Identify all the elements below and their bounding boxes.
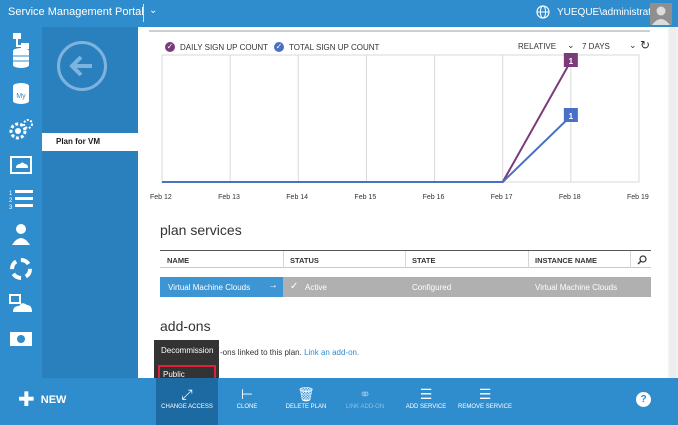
column-divider	[528, 251, 529, 268]
arrow-left-icon	[69, 55, 92, 77]
range-select[interactable]: 7 DAYS	[582, 42, 610, 51]
column-divider	[283, 251, 284, 268]
trash-icon: 🗑	[297, 385, 315, 402]
remove-service-button[interactable]: ☰ REMOVE SERVICE	[458, 384, 512, 411]
svg-text:2: 2	[9, 198, 13, 204]
x-tick-label: Feb 17	[490, 194, 513, 201]
x-tick-label: Feb 16	[422, 194, 445, 201]
remove-service-label: REMOVE SERVICE	[458, 404, 512, 410]
list-icon[interactable]: 123	[4, 184, 38, 214]
delete-plan-button[interactable]: 🗑 DELETE PLAN	[284, 384, 328, 411]
vertical-scrollbar[interactable]	[668, 27, 678, 378]
remove-list-icon: ☰	[478, 385, 492, 402]
column-name[interactable]: NAME	[167, 256, 189, 265]
legend-daily-label: DAILY SIGN UP COUNT	[180, 42, 269, 52]
command-bar: ✚ NEW ⤢ CHANGE ACCESS ⊢ CLONE 🗑 DELETE P…	[0, 378, 678, 425]
new-label: NEW	[40, 394, 67, 406]
chevron-down-icon[interactable]: ⌄	[567, 40, 575, 51]
svg-text:1: 1	[9, 191, 13, 197]
user-icon[interactable]	[4, 219, 38, 249]
globe-icon[interactable]	[536, 5, 550, 19]
link-addon-link[interactable]: Link an add-on.	[304, 348, 359, 357]
automation-icon[interactable]	[4, 254, 38, 284]
user-silhouette-icon	[652, 6, 670, 25]
addons-text: -ons linked to this plan.	[220, 348, 302, 357]
data-label-0: 1	[569, 57, 574, 66]
change-access-label: CHANGE ACCESS	[161, 404, 213, 410]
addons-title: add-ons	[160, 318, 211, 334]
service-name-cell[interactable]: Virtual Machine Clouds →	[160, 277, 283, 297]
column-state[interactable]: STATE	[412, 256, 435, 265]
add-service-button[interactable]: ☰ ADD SERVICE	[404, 384, 448, 411]
service-status: Active	[305, 283, 327, 292]
horizontal-scrollbar[interactable]	[149, 30, 650, 32]
column-instance[interactable]: INSTANCE NAME	[535, 256, 597, 265]
change-access-icon: ⤢	[181, 385, 193, 402]
avatar[interactable]	[650, 3, 672, 25]
link-addon-label: LINK ADD-ON	[345, 404, 385, 410]
billing-icon[interactable]	[4, 324, 38, 354]
addons-message: -ons linked to this plan. Link an add-on…	[220, 348, 359, 357]
plus-icon: ✚	[18, 389, 35, 411]
left-navigation: My 123	[0, 27, 42, 378]
arrow-right-icon[interactable]: →	[268, 280, 278, 291]
x-tick-label: Feb 14	[286, 194, 309, 201]
portal-window: Service Management Portal ⌄ YUEQUE\admin…	[0, 0, 678, 425]
sidebar-item-plan[interactable]: Plan for VM	[42, 133, 138, 151]
legend-total-label: TOTAL SIGN UP COUNT	[289, 42, 380, 52]
legend-total[interactable]: ✓ TOTAL SIGN UP COUNT	[274, 42, 379, 52]
top-bar: Service Management Portal ⌄ YUEQUE\admin…	[0, 0, 678, 27]
table-row[interactable]: Virtual Machine Clouds → ✓ Active Config…	[160, 277, 651, 297]
add-service-label: ADD SERVICE	[405, 404, 447, 410]
check-icon: ✓	[165, 42, 175, 52]
signup-chart: 11	[161, 53, 640, 183]
gear-icon[interactable]	[4, 115, 38, 145]
cloud-icon[interactable]	[4, 289, 38, 319]
x-tick-label: Feb 15	[354, 194, 377, 201]
check-icon: ✓	[290, 281, 299, 292]
plan-services-title: plan services	[160, 222, 242, 238]
service-name: Virtual Machine Clouds	[168, 283, 251, 292]
detail-sidebar: Plan for VM	[42, 27, 138, 378]
service-state: Configured	[412, 283, 452, 292]
cloud-window-icon[interactable]	[4, 149, 38, 179]
chevron-down-icon[interactable]: ⌄	[149, 5, 157, 16]
check-icon: ✓	[274, 42, 284, 52]
svg-text:My: My	[16, 93, 26, 100]
link-addon-button[interactable]: ⚭ LINK ADD-ON	[342, 384, 388, 411]
x-tick-label: Feb 19	[627, 194, 649, 201]
scroll-thumb[interactable]	[670, 27, 676, 378]
chevron-down-icon[interactable]: ⌄	[629, 40, 637, 51]
column-status[interactable]: STATUS	[290, 256, 319, 265]
add-list-icon: ☰	[419, 385, 433, 402]
change-access-button[interactable]: ⤢ CHANGE ACCESS	[156, 378, 218, 425]
services-table-header: NAME STATUS STATE INSTANCE NAME	[160, 250, 651, 268]
service-instance: Virtual Machine Clouds	[535, 283, 618, 292]
search-icon[interactable]	[637, 255, 647, 265]
range-mode[interactable]: RELATIVE	[518, 42, 556, 51]
column-divider	[405, 251, 406, 268]
clone-button[interactable]: ⊢ CLONE	[232, 384, 262, 411]
user-name[interactable]: YUEQUE\administrator	[557, 7, 660, 18]
refresh-icon[interactable]: ↻	[640, 38, 650, 52]
x-tick-label: Feb 12	[150, 194, 172, 201]
delete-plan-label: DELETE PLAN	[285, 404, 327, 410]
database-icon[interactable]	[4, 44, 38, 74]
mysql-database-icon[interactable]: My	[4, 79, 38, 109]
clone-label: CLONE	[236, 404, 258, 410]
help-button[interactable]: ?	[636, 392, 651, 407]
x-tick-label: Feb 13	[218, 194, 240, 201]
legend-daily[interactable]: ✓ DAILY SIGN UP COUNT	[165, 42, 268, 52]
title-separator	[143, 4, 144, 22]
link-icon: ⚭	[359, 385, 371, 402]
svg-text:3: 3	[9, 205, 13, 211]
x-tick-label: Feb 18	[558, 194, 581, 201]
column-divider	[630, 251, 631, 268]
portal-title: Service Management Portal	[8, 6, 144, 18]
menu-item-decommission[interactable]: Decommission	[161, 346, 213, 355]
new-button[interactable]: ✚ NEW	[18, 389, 67, 411]
clone-icon: ⊢	[240, 385, 254, 402]
back-button[interactable]	[57, 41, 107, 91]
data-label-1: 1	[569, 112, 574, 121]
